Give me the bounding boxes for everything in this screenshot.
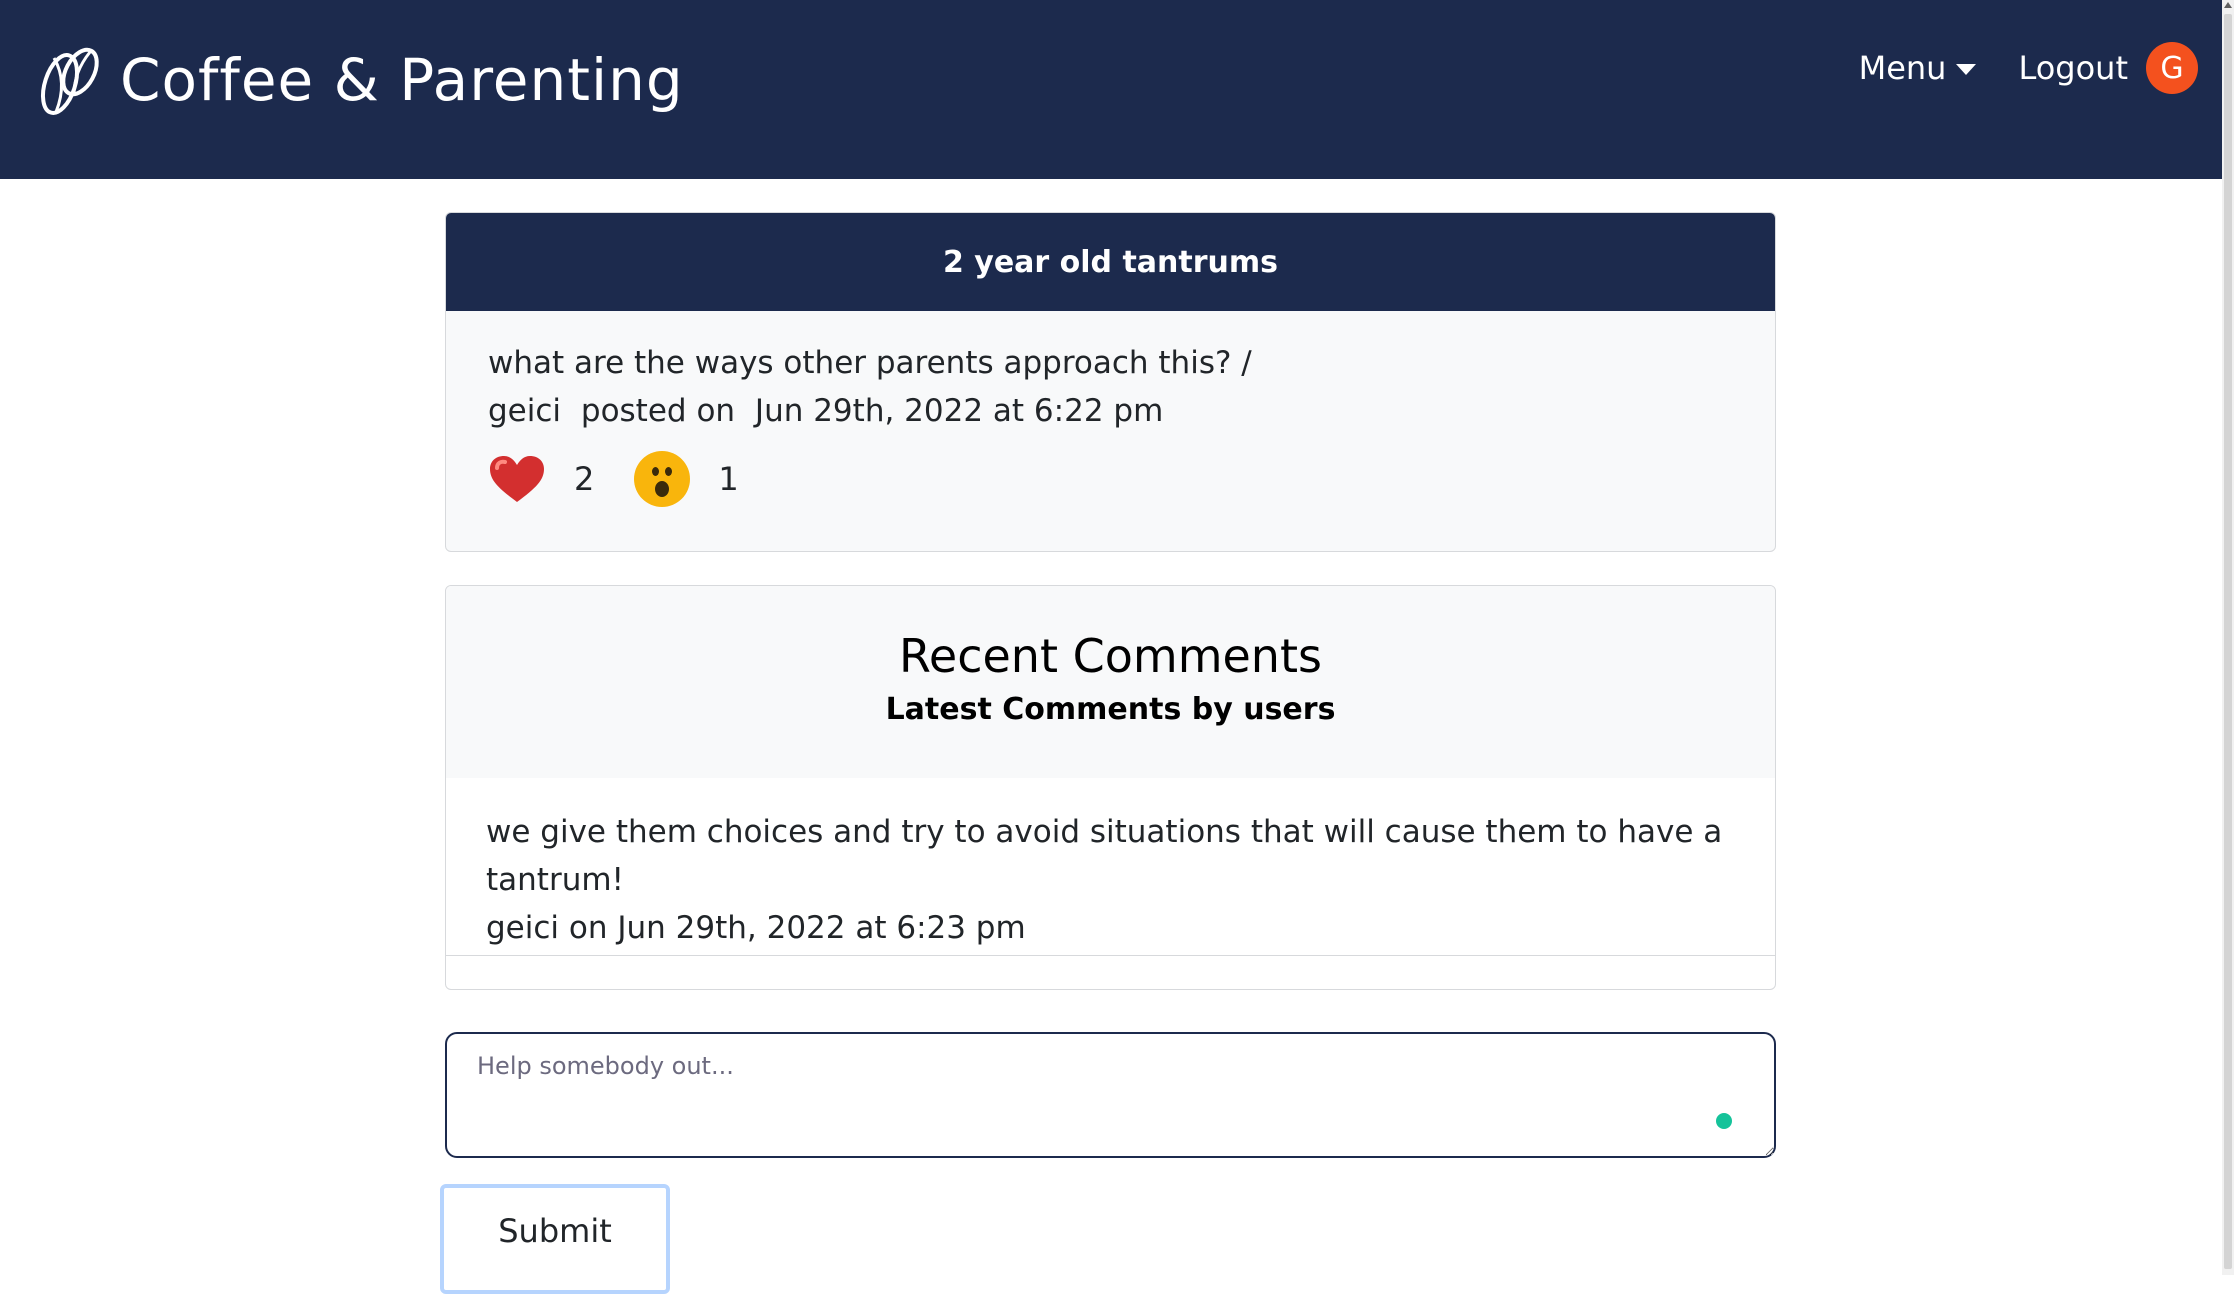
menu-dropdown-toggle[interactable]: Menu	[1859, 49, 1977, 87]
page-scrollbar[interactable]	[2222, 0, 2234, 1275]
reaction-heart[interactable]: 2	[488, 454, 594, 504]
user-avatar[interactable]: G	[2146, 42, 2198, 94]
heart-icon[interactable]	[488, 454, 546, 504]
post-date: Jun 29th, 2022 at 6:22 pm	[754, 393, 1164, 429]
brand-title: Coffee & Parenting	[120, 46, 684, 114]
comment-textarea[interactable]	[445, 1032, 1776, 1158]
post-author: geici	[488, 393, 562, 429]
submit-button[interactable]: Submit	[440, 1184, 670, 1294]
post-meta: geici posted on Jun 29th, 2022 at 6:22 p…	[488, 387, 1733, 435]
logout-link[interactable]: Logout	[2018, 49, 2128, 87]
comment-item: we give them choices and try to avoid si…	[446, 778, 1775, 956]
grammar-assistant-indicator-icon[interactable]	[1716, 1113, 1732, 1129]
post-title: 2 year old tantrums	[446, 213, 1775, 311]
brand-link[interactable]: Coffee & Parenting	[34, 40, 684, 120]
nav-actions: Menu Logout G	[1859, 42, 2198, 94]
astonished-face-icon[interactable]	[634, 451, 691, 507]
post-card: 2 year old tantrums what are the ways ot…	[445, 212, 1776, 552]
comments-title: Recent Comments	[899, 629, 1322, 683]
comments-subtitle: Latest Comments by users	[885, 692, 1336, 727]
comments-card: Recent Comments Latest Comments by users…	[445, 585, 1776, 990]
navbar: Coffee & Parenting Menu Logout G	[0, 0, 2222, 179]
coffee-bean-logo-icon	[40, 47, 99, 115]
comment-meta: geici on Jun 29th, 2022 at 6:23 pm	[486, 910, 1026, 946]
reaction-wow[interactable]: 1	[634, 451, 739, 507]
comment-text: we give them choices and try to avoid si…	[486, 814, 1723, 898]
post-content: what are the ways other parents approach…	[488, 345, 1252, 381]
caret-down-icon	[1956, 63, 1977, 75]
posted-on-label: posted on	[580, 393, 736, 429]
menu-label: Menu	[1858, 49, 1947, 87]
post-body: what are the ways other parents approach…	[446, 311, 1775, 509]
heart-count: 2	[574, 460, 595, 498]
wow-count: 1	[718, 460, 739, 498]
comments-header: Recent Comments Latest Comments by users	[446, 586, 1775, 778]
scrollbar-thumb[interactable]	[2224, 14, 2232, 1269]
scroll-up-arrow-icon[interactable]	[2224, 2, 2232, 8]
reactions-bar: 2 1	[488, 449, 1733, 509]
